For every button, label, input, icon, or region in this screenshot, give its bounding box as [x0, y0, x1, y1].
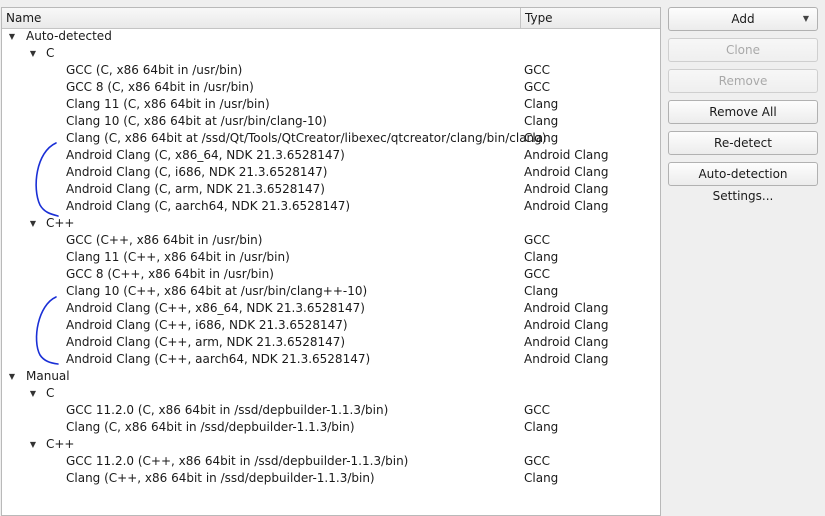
tree-row[interactable]: Android Clang (C, i686, NDK 21.3.6528147…: [2, 164, 660, 181]
row-type: Android Clang: [524, 148, 609, 162]
tree-row[interactable]: GCC 8 (C, x86 64bit in /usr/bin) GCC: [2, 79, 660, 96]
tree-row[interactable]: Clang 11 (C, x86 64bit in /usr/bin) Clang: [2, 96, 660, 113]
tree-row[interactable]: GCC (C, x86 64bit in /usr/bin) GCC: [2, 62, 660, 79]
row-name: Clang 10 (C, x86 64bit at /usr/bin/clang…: [66, 114, 327, 128]
tree-row[interactable]: Clang 10 (C, x86 64bit at /usr/bin/clang…: [2, 113, 660, 130]
row-name: C: [46, 46, 55, 60]
row-name: GCC 11.2.0 (C++, x86 64bit in /ssd/depbu…: [66, 454, 409, 468]
row-type: Clang: [524, 250, 559, 264]
row-type: Clang: [524, 114, 559, 128]
row-type: GCC: [524, 80, 551, 94]
row-name: Clang 11 (C, x86 64bit in /usr/bin): [66, 97, 270, 111]
column-header-name[interactable]: Name: [2, 8, 521, 28]
tree-row[interactable]: Android Clang (C++, x86_64, NDK 21.3.652…: [2, 300, 660, 317]
autodetection-settings-button[interactable]: Auto-detection Settings...: [668, 162, 818, 203]
remove-button[interactable]: Remove: [668, 69, 818, 93]
row-name: Clang (C, x86 64bit in /ssd/depbuilder-1…: [66, 420, 355, 434]
row-type: GCC: [524, 63, 551, 77]
row-name: Android Clang (C++, aarch64, NDK 21.3.65…: [66, 352, 371, 366]
row-name: Clang (C++, x86 64bit in /ssd/depbuilder…: [66, 471, 375, 485]
row-type: Android Clang: [524, 199, 609, 213]
tree-row[interactable]: Clang (C++, x86 64bit in /ssd/depbuilder…: [2, 470, 660, 487]
tree-rows: ▼ Auto-detected ▼ C GCC (C, x86 64bit in /us…: [2, 28, 660, 487]
row-name: Android Clang (C, arm, NDK 21.3.6528147): [66, 182, 325, 196]
row-name: C++: [46, 437, 75, 451]
row-name: Android Clang (C++, x86_64, NDK 21.3.652…: [66, 301, 365, 315]
row-name: GCC 11.2.0 (C, x86 64bit in /ssd/depbuil…: [66, 403, 389, 417]
row-type: Android Clang: [524, 335, 609, 349]
tree-row[interactable]: Clang (C, x86 64bit at /ssd/Qt/Tools/QtC…: [2, 130, 660, 147]
row-name: Manual: [26, 369, 70, 383]
row-type: Android Clang: [524, 318, 609, 332]
tree-group-row[interactable]: ▼ C: [2, 45, 660, 62]
row-name: Android Clang (C++, i686, NDK 21.3.65281…: [66, 318, 348, 332]
chevron-down-icon[interactable]: ▼: [7, 28, 17, 45]
row-name: Android Clang (C++, arm, NDK 21.3.652814…: [66, 335, 346, 349]
tree-header: Name Type: [2, 8, 660, 29]
tree-row[interactable]: GCC 11.2.0 (C++, x86 64bit in /ssd/depbu…: [2, 453, 660, 470]
chevron-down-icon[interactable]: ▼: [28, 385, 38, 402]
row-name: Android Clang (C, x86_64, NDK 21.3.65281…: [66, 148, 345, 162]
row-name: GCC (C++, x86 64bit in /usr/bin): [66, 233, 263, 247]
tree-row[interactable]: Android Clang (C++, i686, NDK 21.3.65281…: [2, 317, 660, 334]
row-name: C++: [46, 216, 75, 230]
compiler-tree-view[interactable]: Name Type ▼ Auto-detected ▼ C GCC (C, x86 64…: [1, 7, 661, 516]
row-type: GCC: [524, 267, 551, 281]
tree-row[interactable]: Clang (C, x86 64bit in /ssd/depbuilder-1…: [2, 419, 660, 436]
row-name: GCC (C, x86 64bit in /usr/bin): [66, 63, 243, 77]
row-name: GCC 8 (C++, x86 64bit in /usr/bin): [66, 267, 274, 281]
tree-group-row[interactable]: ▼ C++: [2, 215, 660, 232]
row-type: Clang: [524, 471, 559, 485]
row-name: Auto-detected: [26, 29, 112, 43]
row-type: Android Clang: [524, 352, 609, 366]
row-name: C: [46, 386, 55, 400]
tree-row[interactable]: Clang 10 (C++, x86 64bit at /usr/bin/cla…: [2, 283, 660, 300]
tree-group-row[interactable]: ▼ Auto-detected: [2, 28, 660, 45]
tree-group-row[interactable]: ▼ C: [2, 385, 660, 402]
row-name: Clang 11 (C++, x86 64bit in /usr/bin): [66, 250, 290, 264]
tree-group-row[interactable]: ▼ Manual: [2, 368, 660, 385]
remove-all-button[interactable]: Remove All: [668, 100, 818, 124]
add-button-label: Add: [731, 12, 755, 26]
chevron-down-icon[interactable]: ▼: [7, 368, 17, 385]
row-type: Android Clang: [524, 301, 609, 315]
caret-down-icon: ▼: [802, 14, 809, 23]
redetect-button[interactable]: Re-detect: [668, 131, 818, 155]
clone-button[interactable]: Clone: [668, 38, 818, 62]
row-type: Clang: [524, 420, 559, 434]
tree-row[interactable]: Android Clang (C, arm, NDK 21.3.6528147)…: [2, 181, 660, 198]
tree-row[interactable]: Android Clang (C++, aarch64, NDK 21.3.65…: [2, 351, 660, 368]
tree-row[interactable]: GCC (C++, x86 64bit in /usr/bin) GCC: [2, 232, 660, 249]
row-name: GCC 8 (C, x86 64bit in /usr/bin): [66, 80, 254, 94]
chevron-down-icon[interactable]: ▼: [28, 436, 38, 453]
tree-group-row[interactable]: ▼ C++: [2, 436, 660, 453]
add-button[interactable]: Add ▼: [668, 7, 818, 31]
column-header-type[interactable]: Type: [521, 8, 660, 28]
chevron-down-icon[interactable]: ▼: [28, 215, 38, 232]
row-type: GCC: [524, 233, 551, 247]
row-type: GCC: [524, 403, 551, 417]
tree-row[interactable]: Android Clang (C, x86_64, NDK 21.3.65281…: [2, 147, 660, 164]
chevron-down-icon[interactable]: ▼: [28, 45, 38, 62]
row-type: Clang: [524, 284, 559, 298]
row-name: Clang 10 (C++, x86 64bit at /usr/bin/cla…: [66, 284, 368, 298]
row-type: Android Clang: [524, 182, 609, 196]
tree-row[interactable]: GCC 8 (C++, x86 64bit in /usr/bin) GCC: [2, 266, 660, 283]
tree-row[interactable]: GCC 11.2.0 (C, x86 64bit in /ssd/depbuil…: [2, 402, 660, 419]
row-type: Clang: [524, 131, 559, 145]
row-name: Clang (C, x86 64bit at /ssd/Qt/Tools/QtC…: [66, 131, 547, 145]
row-type: Android Clang: [524, 165, 609, 179]
row-name: Android Clang (C, i686, NDK 21.3.6528147…: [66, 165, 328, 179]
tree-row[interactable]: Clang 11 (C++, x86 64bit in /usr/bin) Cla…: [2, 249, 660, 266]
row-name: Android Clang (C, aarch64, NDK 21.3.6528…: [66, 199, 351, 213]
tree-row[interactable]: Android Clang (C++, arm, NDK 21.3.652814…: [2, 334, 660, 351]
row-type: GCC: [524, 454, 551, 468]
tree-row[interactable]: Android Clang (C, aarch64, NDK 21.3.6528…: [2, 198, 660, 215]
row-type: Clang: [524, 97, 559, 111]
